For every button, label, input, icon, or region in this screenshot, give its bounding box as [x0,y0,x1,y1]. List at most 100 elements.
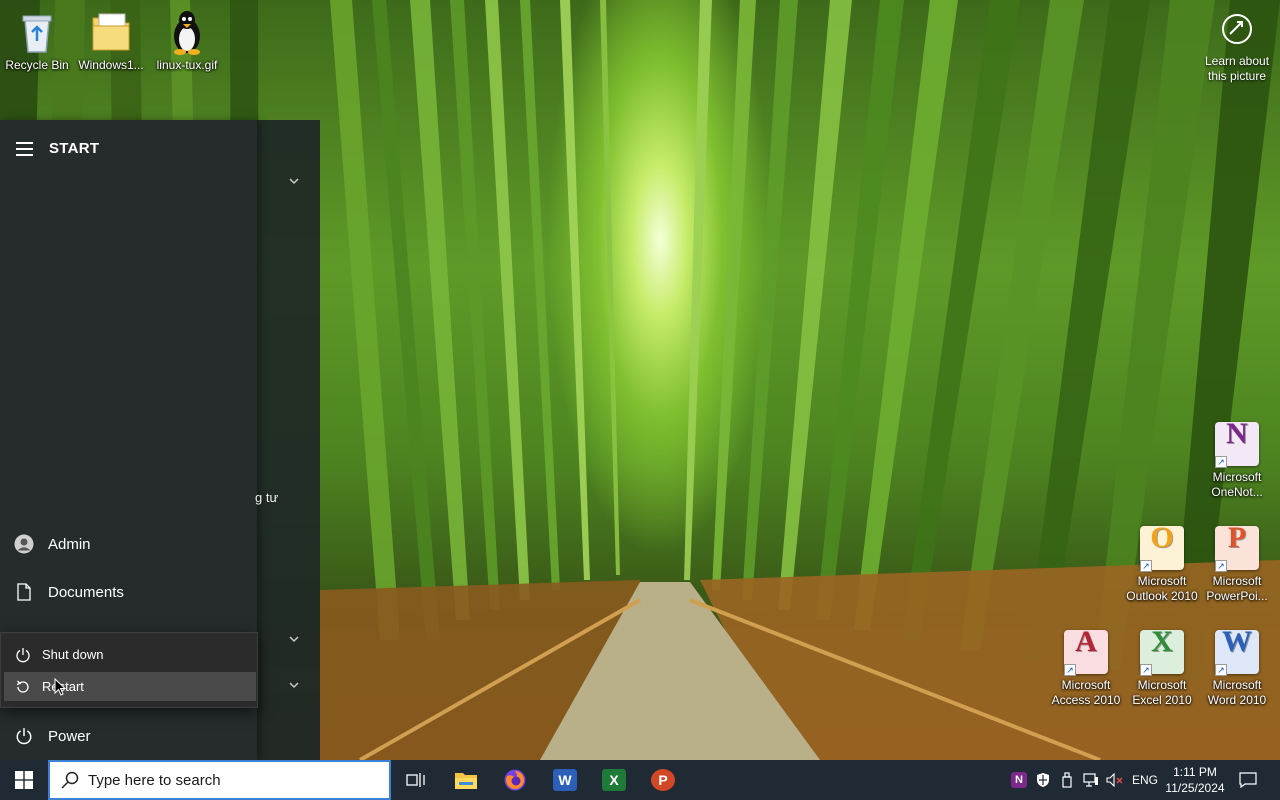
power-icon [4,647,42,663]
icon-label-line2: OneNot... [1211,485,1263,499]
desktop-icon-word[interactable]: W ↗ Microsoft Word 2010 [1200,627,1274,708]
restart-icon [4,679,42,695]
user-avatar-icon [0,534,48,554]
tray-security[interactable] [1032,760,1054,800]
icon-label-line1: Microsoft [1212,678,1262,692]
word-taskbar-button[interactable]: W [541,760,589,800]
word-icon: W [553,769,577,791]
start-menu-documents[interactable]: Documents [0,570,257,614]
tray-usb[interactable] [1056,760,1078,800]
notification-icon [1239,772,1257,788]
tray-volume[interactable] [1104,760,1126,800]
desktop-icon-windows-folder[interactable]: Windows1... [74,8,148,73]
excel-letter: X [609,772,619,788]
onenote-tray-letter: N [1015,774,1023,786]
learn-picture-line2: this picture [1207,69,1267,83]
excel-taskbar-button[interactable]: X [590,760,638,800]
firefox-button[interactable] [491,760,539,800]
shortcut-arrow-icon: ↗ [1140,664,1152,676]
icon-label-line1: Microsoft [1061,678,1111,692]
powerpoint-icon: P [651,769,675,791]
restart-option[interactable]: Restart [4,672,256,701]
clock-time: 1:11 PM [1173,765,1217,779]
search-icon [61,771,79,789]
task-view-icon [406,773,425,787]
icon-label-line1: Microsoft [1212,574,1262,588]
desktop-icon-linux-tux[interactable]: linux-tux.gif [150,8,224,73]
word-icon: W ↗ [1215,627,1259,676]
volume-muted-icon [1106,773,1123,787]
usb-drive-icon [1062,772,1072,788]
icon-label-line2: Access 2010 [1051,693,1121,707]
windows-logo-icon [15,771,33,789]
desktop-icon-powerpoint[interactable]: P ↗ Microsoft PowerPoi... [1200,521,1274,604]
camera-circle-icon [1222,14,1252,44]
desktop-icon-onenote[interactable]: N ↗ Microsoft OneNot... [1200,419,1274,500]
start-menu: START g tư Admin Documents Shut down Res… [0,120,320,760]
power-options-flyout: Shut down Restart [0,632,258,708]
tray-network[interactable] [1080,760,1102,800]
excel-letter: X [1151,625,1173,658]
shutdown-label: Shut down [42,647,104,662]
admin-label: Admin [48,535,91,553]
icon-label-line1: Microsoft [1212,470,1262,484]
shortcut-arrow-icon: ↗ [1215,560,1227,572]
chevron-down-icon[interactable] [287,632,301,646]
shutdown-option[interactable]: Shut down [4,640,256,669]
clock-date: 11/25/2024 [1165,781,1225,795]
desktop-icon-label: linux-tux.gif [156,58,218,72]
icon-label-line2: Word 2010 [1207,693,1267,707]
chevron-down-icon[interactable] [287,174,301,188]
file-explorer-icon [455,773,477,789]
power-icon [0,727,48,745]
mouse-cursor-icon [54,678,66,696]
document-icon [0,583,48,601]
firefox-icon [504,769,526,791]
excel-icon: X [602,769,626,791]
tux-penguin-icon [163,8,211,56]
hamburger-menu-icon[interactable] [16,142,33,156]
powerpoint-letter: P [658,772,668,788]
powerpoint-taskbar-button[interactable]: P [639,760,687,800]
taskbar-search-box[interactable]: Type here to search [48,760,391,800]
tray-onenote[interactable]: N [1008,760,1030,800]
start-menu-admin[interactable]: Admin [0,522,257,566]
start-menu-power[interactable]: Power [0,714,257,758]
shortcut-arrow-icon: ↗ [1140,560,1152,572]
desktop-icon-label: Windows1... [78,58,144,72]
powerpoint-icon: P ↗ [1215,521,1259,572]
documents-label: Documents [48,583,124,601]
icon-label-line1: Microsoft [1137,574,1187,588]
task-view-button[interactable] [392,760,440,800]
onenote-tray-icon: N [1011,772,1027,788]
tray-language[interactable]: ENG [1130,760,1160,800]
action-center-button[interactable] [1234,760,1262,800]
learn-picture-line1: Learn about [1204,54,1270,68]
onenote-icon: N ↗ [1215,419,1259,468]
folder-icon [87,8,135,56]
powerpoint-letter: P [1227,521,1247,554]
access-letter: A [1075,625,1097,658]
desktop-icon-recycle-bin[interactable]: Recycle Bin [0,8,74,73]
desktop-icon-outlook[interactable]: O ↗ Microsoft Outlook 2010 [1124,521,1200,604]
chevron-down-icon[interactable] [287,678,301,692]
outlook-letter: O [1150,521,1174,554]
file-explorer-button[interactable] [442,760,490,800]
desktop-icon-access[interactable]: A ↗ Microsoft Access 2010 [1048,625,1124,708]
app-group-partial-label: g tư [255,490,279,505]
start-button[interactable] [0,760,48,800]
shortcut-arrow-icon: ↗ [1215,456,1227,468]
recycle-bin-icon [13,8,61,56]
power-label: Power [48,727,91,745]
icon-label-line2: PowerPoi... [1206,589,1268,603]
tray-clock[interactable]: 1:11 PM 11/25/2024 [1160,764,1230,796]
access-icon: A ↗ [1064,625,1108,676]
icon-label-line2: Outlook 2010 [1126,589,1198,603]
excel-icon: X ↗ [1140,625,1184,676]
learn-about-picture-button[interactable]: Learn about this picture [1196,14,1278,84]
search-placeholder: Type here to search [88,771,221,789]
icon-label-line1: Microsoft [1137,678,1187,692]
shortcut-arrow-icon: ↗ [1064,664,1076,676]
taskbar: Type here to search W X P N ENG 1:11 PM … [0,760,1280,800]
desktop-icon-excel[interactable]: X ↗ Microsoft Excel 2010 [1124,625,1200,708]
